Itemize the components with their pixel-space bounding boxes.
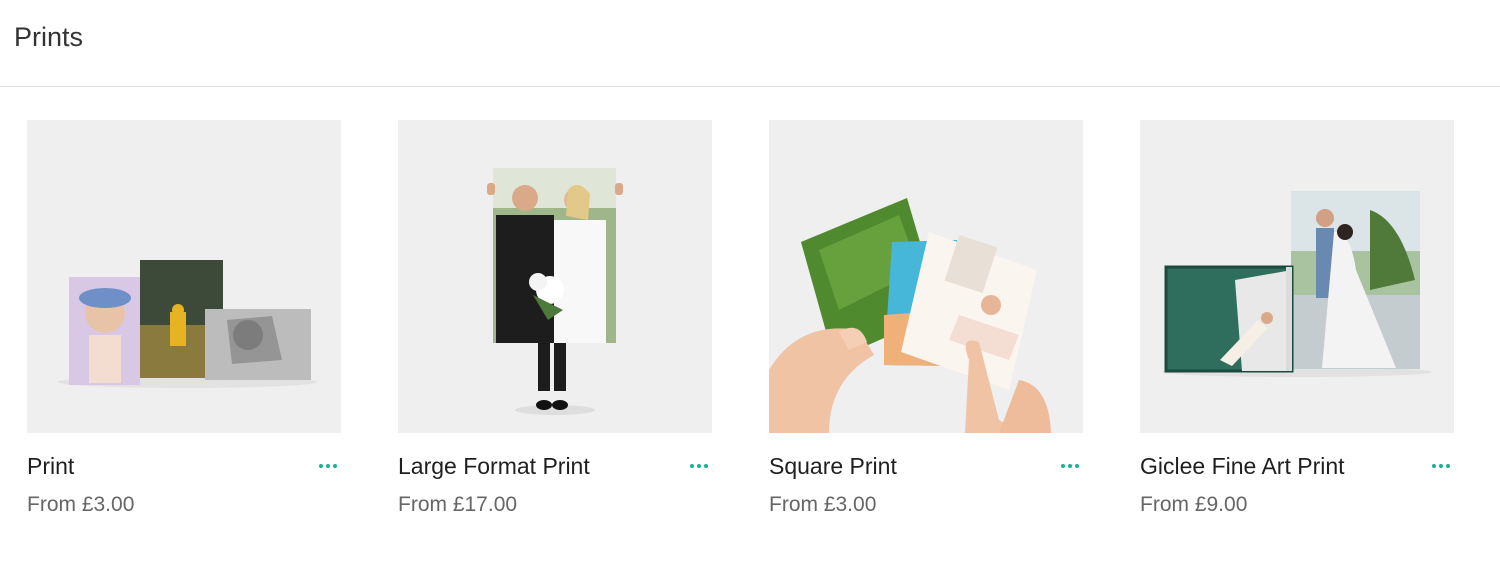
more-horizontal-icon	[319, 464, 323, 468]
product-image-giclee-fine-art-print[interactable]	[1140, 120, 1454, 433]
product-name[interactable]: Large Format Print	[398, 453, 590, 480]
more-options-button[interactable]	[1428, 454, 1454, 478]
product-name[interactable]: Giclee Fine Art Print	[1140, 453, 1345, 480]
product-name[interactable]: Print	[27, 453, 74, 480]
giclee-photo-icon	[1140, 120, 1454, 433]
product-price: From £3.00	[769, 493, 877, 516]
page-header: Prints	[0, 0, 1500, 87]
product-card-giclee-fine-art-print[interactable]: Giclee Fine Art Print From £9.00	[1140, 120, 1454, 540]
more-options-button[interactable]	[315, 454, 341, 478]
large-print-photo-icon	[398, 120, 712, 433]
page-title: Prints	[14, 22, 84, 52]
more-horizontal-icon-dot	[1068, 464, 1072, 468]
more-horizontal-icon-dot	[326, 464, 330, 468]
product-name[interactable]: Square Print	[769, 453, 897, 480]
more-horizontal-icon-dot	[1446, 464, 1450, 468]
product-price: From £17.00	[398, 493, 518, 516]
more-options-button[interactable]	[1057, 454, 1083, 478]
more-options-button[interactable]	[686, 454, 712, 478]
product-price: From £3.00	[27, 493, 135, 516]
product-card-print[interactable]: Print From £3.00	[27, 120, 341, 540]
product-card-square-print[interactable]: Square Print From £3.00	[769, 120, 1083, 540]
more-horizontal-icon-dot	[1075, 464, 1079, 468]
more-horizontal-icon-dot	[1439, 464, 1443, 468]
more-horizontal-icon	[1061, 464, 1065, 468]
more-horizontal-icon-dot	[333, 464, 337, 468]
product-image-square-print[interactable]	[769, 120, 1083, 433]
square-print-photo-icon	[769, 120, 1083, 433]
product-image-large-format-print[interactable]	[398, 120, 712, 433]
more-horizontal-icon	[1432, 464, 1436, 468]
product-grid: Print From £3.00 Large Format Print From…	[27, 120, 1473, 540]
product-image-print[interactable]	[27, 120, 341, 433]
more-horizontal-icon	[690, 464, 694, 468]
more-horizontal-icon-dot	[697, 464, 701, 468]
prints-photo-icon	[27, 120, 341, 433]
product-price: From £9.00	[1140, 493, 1248, 516]
more-horizontal-icon-dot	[704, 464, 708, 468]
product-card-large-format-print[interactable]: Large Format Print From £17.00	[398, 120, 712, 540]
